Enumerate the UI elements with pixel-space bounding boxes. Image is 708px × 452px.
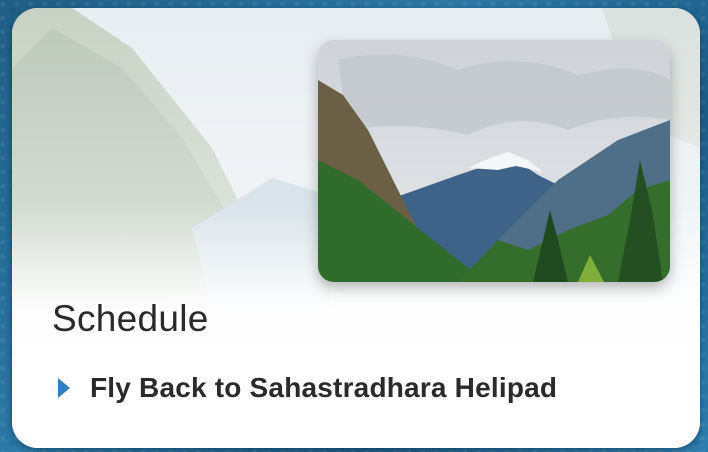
schedule-item: Fly Back to Sahastradhara Helipad	[56, 372, 557, 404]
schedule-card: Schedule Fly Back to Sahastradhara Helip…	[12, 8, 700, 448]
schedule-heading: Schedule	[52, 298, 209, 339]
schedule-item-label: Fly Back to Sahastradhara Helipad	[90, 372, 558, 403]
mountain-photo	[318, 40, 670, 282]
play-bullet-icon	[58, 378, 70, 398]
